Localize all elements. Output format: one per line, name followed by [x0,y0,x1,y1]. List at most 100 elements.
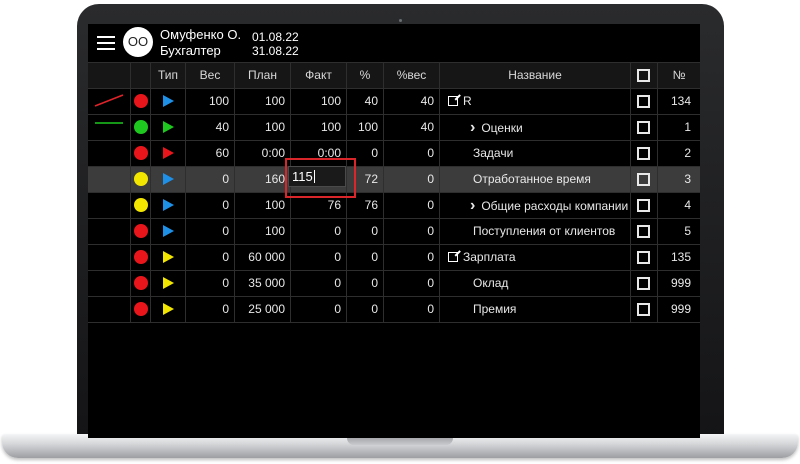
checkbox-cell[interactable] [631,245,658,270]
header-name[interactable]: Название [440,63,631,88]
fact-cell[interactable]: 0 [291,297,347,322]
header-plan[interactable]: План [235,63,291,88]
date-to[interactable]: 31.08.22 [252,44,299,58]
name-cell[interactable]: › Оценки [440,115,631,140]
plan-cell[interactable]: 100 [235,219,291,244]
play-triangle-icon[interactable] [162,276,174,289]
type-cell[interactable] [151,89,186,114]
menu-icon[interactable] [97,36,115,50]
avatar[interactable]: ОО [123,27,153,57]
weight-cell[interactable]: 0 [186,297,235,322]
header-fact[interactable]: Факт [291,63,347,88]
checkbox-cell[interactable] [631,219,658,244]
number-cell: 999 [670,302,691,316]
table-row[interactable]: 0 25 000 0 0 0 Премия 999 [88,297,700,323]
checkbox-cell[interactable] [631,271,658,296]
type-cell[interactable] [151,167,186,192]
weight-cell[interactable]: 0 [186,271,235,296]
table-row[interactable]: 0 160 72 0 Отработанное время 3 [88,167,700,193]
weight-cell[interactable]: 0 [186,193,235,218]
fact-cell[interactable]: 0 [291,219,347,244]
weight-cell[interactable]: 100 [186,89,235,114]
fact-cell[interactable]: 100 [291,89,347,114]
row-checkbox[interactable] [637,277,650,290]
table-row[interactable]: 100 100 100 40 40 R 134 [88,89,700,115]
table-row[interactable]: 0 60 000 0 0 0 Зарплата 135 [88,245,700,271]
plan-cell[interactable]: 60 000 [235,245,291,270]
play-triangle-icon[interactable] [162,250,174,263]
table-row[interactable]: 40 100 100 100 40 › Оценки 1 [88,115,700,141]
table-row[interactable]: 60 0:00 0:00 0 0 Задачи 2 [88,141,700,167]
plan-cell[interactable]: 35 000 [235,271,291,296]
plan-cell[interactable]: 0:00 [235,141,291,166]
row-checkbox[interactable] [637,173,650,186]
name-cell[interactable]: Задачи [440,141,631,166]
header-type[interactable]: Тип [151,63,186,88]
checkbox-cell[interactable] [631,297,658,322]
row-checkbox[interactable] [637,251,650,264]
checkbox-cell[interactable] [631,167,658,192]
play-triangle-icon[interactable] [162,146,174,159]
name-cell[interactable]: R [440,89,631,114]
header-percent[interactable]: % [347,63,384,88]
name-cell[interactable]: Премия [440,297,631,322]
table-row[interactable]: 0 35 000 0 0 0 Оклад 999 [88,271,700,297]
type-cell[interactable] [151,115,186,140]
fact-cell[interactable]: 0:00 [291,141,347,166]
type-cell[interactable] [151,271,186,296]
play-triangle-icon[interactable] [162,302,174,315]
header-number[interactable]: № [658,63,700,88]
row-checkbox[interactable] [637,303,650,316]
play-triangle-icon[interactable] [162,172,174,185]
type-cell[interactable] [151,193,186,218]
external-link-icon[interactable] [448,252,458,262]
checkbox-cell[interactable] [631,141,658,166]
row-checkbox[interactable] [637,121,650,134]
plan-cell[interactable]: 160 [235,167,291,192]
fact-cell[interactable]: 100 [291,115,347,140]
table-row[interactable]: 0 100 76 76 0 › Общие расходы компании 4 [88,193,700,219]
row-checkbox[interactable] [637,225,650,238]
name-cell[interactable]: Зарплата [440,245,631,270]
fact-edit-input[interactable]: 115 [288,166,346,187]
chevron-right-icon[interactable]: › [470,115,475,140]
header-weight[interactable]: Вес [186,63,235,88]
play-triangle-icon[interactable] [162,224,174,237]
fact-cell[interactable]: 76 [291,193,347,218]
name-cell[interactable]: Поступления от клиентов [440,219,631,244]
type-cell[interactable] [151,297,186,322]
name-cell[interactable]: Оклад [440,271,631,296]
chevron-right-icon[interactable]: › [470,193,475,218]
weight-cell[interactable]: 60 [186,141,235,166]
plan-cell[interactable]: 100 [235,193,291,218]
select-all-checkbox[interactable] [637,69,650,82]
checkbox-cell[interactable] [631,193,658,218]
header-weighted-percent[interactable]: %вес [384,63,440,88]
checkbox-cell[interactable] [631,115,658,140]
play-triangle-icon[interactable] [162,120,174,133]
table-row[interactable]: 0 100 0 0 0 Поступления от клиентов 5 [88,219,700,245]
date-from[interactable]: 01.08.22 [252,30,299,44]
plan-cell[interactable]: 100 [235,115,291,140]
name-cell[interactable]: Отработанное время [440,167,631,192]
plan-cell[interactable]: 100 [235,89,291,114]
name-cell[interactable]: › Общие расходы компании [440,193,631,218]
row-checkbox[interactable] [637,147,650,160]
weight-cell[interactable]: 40 [186,115,235,140]
header-select-all[interactable] [631,63,658,88]
fact-cell[interactable]: 0 [291,271,347,296]
weight-cell[interactable]: 0 [186,245,235,270]
type-cell[interactable] [151,245,186,270]
external-link-icon[interactable] [448,96,458,106]
play-triangle-icon[interactable] [162,198,174,211]
weight-cell[interactable]: 0 [186,219,235,244]
weight-cell[interactable]: 0 [186,167,235,192]
checkbox-cell[interactable] [631,89,658,114]
row-checkbox[interactable] [637,95,650,108]
type-cell[interactable] [151,219,186,244]
type-cell[interactable] [151,141,186,166]
row-checkbox[interactable] [637,199,650,212]
play-triangle-icon[interactable] [162,94,174,107]
fact-cell[interactable]: 0 [291,245,347,270]
plan-cell[interactable]: 25 000 [235,297,291,322]
